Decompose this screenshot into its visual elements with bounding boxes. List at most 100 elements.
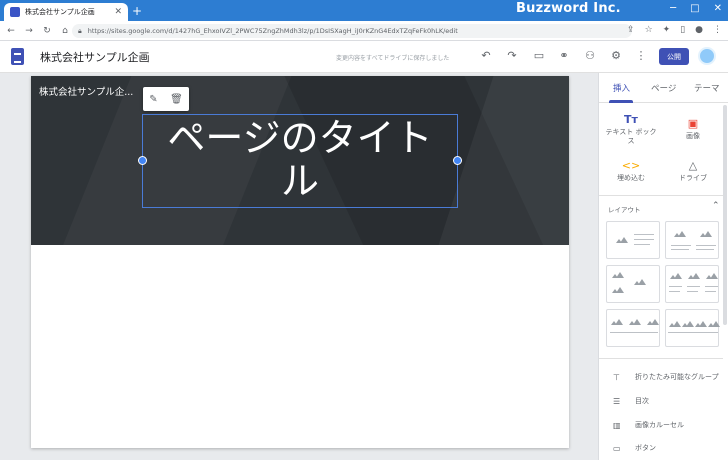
preview-devices-icon[interactable]: ▭ — [531, 49, 547, 62]
brand-watermark: Buzzword Inc. — [516, 1, 621, 16]
layout-line — [671, 249, 689, 250]
layout-image-icon — [694, 320, 707, 328]
url-field[interactable]: 🔒︎ https://sites.google.com/d/1427hG_Ehx… — [72, 24, 632, 38]
layout-image-icon — [633, 278, 646, 286]
layout-tile[interactable] — [665, 221, 719, 259]
browser-menu-icon[interactable]: ⋮ — [713, 25, 722, 35]
insert-table-of-contents[interactable]: ☰ 目次 — [613, 396, 649, 406]
minimize-icon[interactable]: ─ — [670, 3, 676, 14]
layout-image-icon — [668, 320, 681, 328]
tab-title: 株式会社サンプル企画 — [25, 8, 95, 16]
star-icon[interactable]: ☆ — [645, 25, 653, 35]
layout-line — [705, 291, 716, 292]
maximize-icon[interactable]: □ — [690, 3, 699, 14]
insert-image-carousel[interactable]: ▥ 画像カルーセル — [613, 420, 684, 430]
header-banner[interactable]: 株式会社サンプル企... ✎ 🗑︎ ページのタイト ル — [31, 76, 569, 245]
avatar[interactable] — [698, 47, 716, 65]
layout-line — [668, 332, 718, 333]
layout-tile[interactable] — [606, 265, 660, 303]
sites-logo-icon[interactable] — [11, 48, 24, 65]
insert-image[interactable]: ▣ 画像 — [663, 118, 723, 141]
lock-icon: 🔒︎ — [78, 26, 82, 35]
address-bar: ← → ↻ ⌂ 🔒︎ https://sites.google.com/d/14… — [0, 21, 728, 41]
layout-image-icon — [687, 272, 700, 280]
back-icon[interactable]: ← — [4, 26, 18, 36]
new-tab-icon[interactable]: + — [132, 4, 142, 18]
sites-header: 株式会社サンプル企画 変更内容をすべてドライブに保存しました ↶ ↷ ▭ ⚭ ⚇… — [0, 41, 728, 73]
tab-pages[interactable]: ページ — [651, 82, 676, 94]
insert-text-box[interactable]: Tт テキスト ボック ス — [601, 114, 661, 146]
layout-line — [634, 244, 650, 245]
drive-icon: △ — [688, 159, 698, 172]
home-icon[interactable]: ⌂ — [58, 26, 72, 36]
insert-text-box-label: テキスト ボック — [605, 128, 657, 136]
layout-image-icon — [615, 236, 628, 244]
insert-drive[interactable]: △ ドライブ — [663, 159, 723, 183]
tab-insert[interactable]: 挿入 — [613, 82, 630, 94]
profile-icon[interactable]: ● — [695, 25, 703, 35]
page-title-box[interactable]: ページのタイト ル — [138, 114, 462, 208]
forward-icon[interactable]: → — [22, 26, 36, 36]
image-carousel-icon: ▥ — [613, 420, 621, 430]
browser-toolbar-icons: ⇪ ☆ ✦ ▯ ● ⋮ — [627, 25, 722, 35]
layout-tile[interactable] — [665, 309, 720, 347]
sites-favicon-icon — [10, 7, 20, 17]
browser-tab-strip: 株式会社サンプル企画 ✕ + Buzzword Inc. ─ □ ✕ — [0, 0, 728, 21]
layout-tile[interactable] — [606, 309, 660, 347]
layout-tile[interactable] — [665, 265, 719, 303]
undo-icon[interactable]: ↶ — [478, 49, 494, 62]
layout-line — [669, 291, 680, 292]
page-title-line: ページのタイト — [167, 116, 433, 160]
resize-handle-left[interactable] — [138, 156, 147, 165]
page-title-line: ル — [280, 159, 319, 203]
sidebar-icon[interactable]: ▯ — [680, 25, 685, 35]
share-icon[interactable]: ⇪ — [627, 25, 635, 35]
layout-image-icon — [705, 272, 718, 280]
layout-header: レイアウト — [608, 206, 641, 214]
layout-image-icon — [611, 286, 624, 294]
layout-image-icon — [646, 318, 659, 326]
redo-icon[interactable]: ↷ — [504, 49, 520, 62]
divider — [599, 195, 723, 196]
insert-table-of-contents-label: 目次 — [635, 397, 649, 405]
share-with-others-icon[interactable]: ⚇ — [582, 49, 598, 62]
panel-tabs: 挿入 ページ テーマ — [599, 73, 728, 103]
close-window-icon[interactable]: ✕ — [714, 3, 722, 14]
edit-icon[interactable]: ✎ — [149, 94, 157, 105]
extensions-icon[interactable]: ✦ — [663, 25, 671, 35]
insert-panel: 挿入 ページ テーマ Tт テキスト ボック ス ▣ 画像 <> 埋め込む △ … — [598, 73, 728, 460]
layout-tile[interactable] — [606, 221, 660, 259]
panel-scrollbar[interactable] — [723, 105, 727, 325]
layout-line — [687, 286, 700, 287]
insert-embed[interactable]: <> 埋め込む — [601, 159, 661, 183]
more-options-icon[interactable]: ⋮ — [633, 49, 649, 62]
page-title[interactable]: ページのタイト ル — [143, 117, 457, 203]
embed-icon: <> — [621, 159, 641, 172]
publish-button[interactable]: 公開 — [659, 48, 689, 65]
layout-line — [696, 249, 714, 250]
layout-line — [705, 286, 718, 287]
tab-themes[interactable]: テーマ — [694, 82, 720, 94]
insert-collapsible-group[interactable]: ⊤ 折りたたみ可能なグループ — [613, 372, 719, 382]
insert-button[interactable]: ▭ ボタン — [613, 443, 656, 453]
save-status: 変更内容をすべてドライブに保存しました — [336, 55, 450, 62]
chevron-up-icon[interactable]: ⌃ — [712, 201, 720, 211]
active-tab-indicator — [609, 100, 633, 103]
layout-image-icon — [673, 230, 686, 238]
page-preview: 株式会社サンプル企... ✎ 🗑︎ ページのタイト ル — [31, 76, 569, 448]
browser-tab[interactable]: 株式会社サンプル企画 ✕ — [4, 3, 128, 21]
settings-icon[interactable]: ⚙ — [608, 49, 624, 62]
table-of-contents-icon: ☰ — [613, 396, 621, 406]
delete-icon[interactable]: 🗑︎ — [170, 94, 183, 105]
close-tab-icon[interactable]: ✕ — [114, 7, 122, 17]
reload-icon[interactable]: ↻ — [40, 26, 54, 36]
layout-line — [634, 234, 654, 235]
layout-image-icon — [610, 318, 623, 326]
layout-line — [696, 245, 716, 246]
layout-image-icon — [628, 318, 641, 326]
layout-line — [669, 286, 682, 287]
banner-site-name[interactable]: 株式会社サンプル企... — [39, 84, 133, 98]
link-icon[interactable]: ⚭ — [556, 49, 572, 62]
resize-handle-right[interactable] — [453, 156, 462, 165]
site-name[interactable]: 株式会社サンプル企画 — [40, 49, 150, 65]
